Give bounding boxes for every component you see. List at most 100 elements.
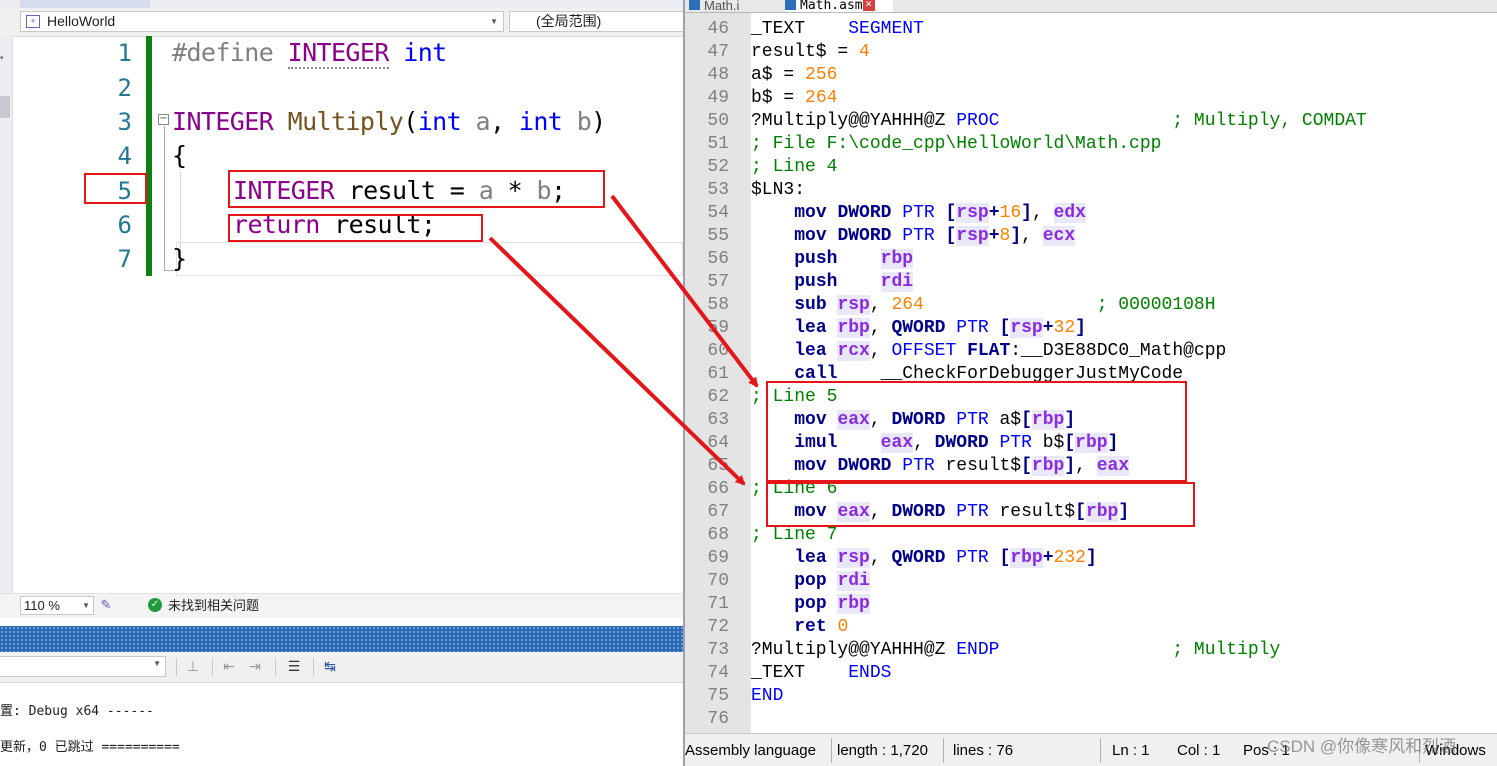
code-line[interactable]: 4 {: [12, 139, 683, 173]
asm-line: 74 _TEXT ENDS: [685, 662, 1485, 685]
line-number: 51: [707, 134, 729, 154]
visual-studio-window: + HelloWorld ▼ (全局范围) ▾ − 1 #define INTE…: [0, 0, 683, 766]
code-cleanup-icon[interactable]: ✎: [98, 597, 114, 613]
toolbar-separator: [275, 658, 276, 676]
line-number: 58: [707, 295, 729, 315]
output-panel: 置: Debug x64 ------ 更新，0 已跳过 ==========: [0, 683, 683, 766]
line-number: 72: [707, 617, 729, 637]
asm-text: pop rbp: [794, 594, 870, 614]
asm-line: 54 mov DWORD PTR [rsp+16], edx: [685, 202, 1485, 225]
watermark-text: CSDN @你像寒风和烈酒: [1267, 737, 1457, 756]
line-number: 3: [117, 108, 132, 136]
go-next-icon[interactable]: ⇥: [245, 657, 265, 677]
line-number: 76: [707, 709, 729, 729]
tool-strip-tab[interactable]: [0, 96, 10, 118]
status-separator: [1100, 738, 1101, 763]
editor-status-bar: 110 % ▼ ✎ ✓ 未找到相关问题: [0, 593, 683, 618]
status-ln: Ln : 1: [1112, 742, 1150, 759]
zoom-combo[interactable]: 110 % ▼: [20, 596, 94, 615]
line-number: 62: [707, 387, 729, 407]
code-line[interactable]: 3 INTEGER Multiply(int a, int b): [12, 105, 683, 139]
asm-text: _TEXT ENDS: [751, 663, 892, 683]
close-icon[interactable]: ✕: [862, 0, 875, 11]
asm-text: ?Multiply@@YAHHH@Z PROC ; Multiply, COMD…: [751, 111, 1367, 131]
asm-text: push rdi: [794, 272, 914, 292]
asm-text: ret 0: [794, 617, 849, 637]
asm-text: sub rsp, 264 ; 00000108H: [794, 295, 1216, 315]
asm-line: 57 push rdi: [685, 271, 1485, 294]
file-tab-label: Math.i: [704, 0, 740, 12]
line-number: 47: [707, 42, 729, 62]
line-number: 6: [117, 211, 132, 239]
asm-line: 59 lea rbp, QWORD PTR [rsp+32]: [685, 317, 1485, 340]
scope-combo[interactable]: (全局范围): [509, 11, 683, 32]
line-number: 7: [117, 245, 132, 273]
line-number: 46: [707, 19, 729, 39]
line-number: 63: [707, 410, 729, 430]
asm-text: END: [751, 686, 784, 706]
asm-text: pop rdi: [794, 571, 870, 591]
asm-line: 47 result$ = 4: [685, 41, 1485, 64]
code-text: #define INTEGER int: [172, 38, 447, 69]
asm-text: mov DWORD PTR [rsp+8], ecx: [794, 226, 1076, 246]
line-number: 68: [707, 525, 729, 545]
status-lines: lines : 76: [953, 742, 1014, 759]
chevron-down-icon: ▼: [82, 601, 90, 610]
line-number: 55: [707, 226, 729, 246]
line-number: 49: [707, 88, 729, 108]
line-number: 69: [707, 548, 729, 568]
project-combo[interactable]: + HelloWorld ▼: [20, 11, 504, 32]
check-circle-icon: ✓: [148, 598, 162, 612]
asm-text: ?Multiply@@YAHHH@Z ENDP ; Multiply: [751, 640, 1281, 660]
code-line[interactable]: 7 }: [12, 242, 683, 276]
asm-line: 68 ; Line 7: [685, 524, 1485, 547]
status-separator: [831, 738, 832, 763]
file-tab-label: Math.asm: [800, 0, 863, 12]
line-number: 59: [707, 318, 729, 338]
line-number: 60: [707, 341, 729, 361]
asm-line: 75 END: [685, 685, 1485, 708]
project-combo-value: HelloWorld: [47, 13, 116, 29]
status-separator: [943, 738, 944, 763]
asm-line: 58 sub rsp, 264 ; 00000108H: [685, 294, 1485, 317]
word-wrap-icon[interactable]: ↹: [320, 657, 340, 677]
issues-status[interactable]: 未找到相关问题: [168, 596, 259, 616]
asm-line: 76: [685, 708, 1485, 731]
asm-line: 73 ?Multiply@@YAHHH@Z ENDP ; Multiply: [685, 639, 1485, 662]
toolbar-separator: [212, 658, 213, 676]
go-previous-icon[interactable]: ⇤: [219, 657, 239, 677]
chevron-down-icon[interactable]: ▾: [0, 54, 9, 64]
toolbar-separator: [313, 658, 314, 676]
status-col: Col : 1: [1177, 742, 1221, 759]
asm-line: 72 ret 0: [685, 616, 1485, 639]
line-number: 71: [707, 594, 729, 614]
line-number: 61: [707, 364, 729, 384]
clear-all-icon[interactable]: ☰: [284, 657, 304, 677]
code-line[interactable]: 1 #define INTEGER int: [12, 36, 683, 70]
file-tab[interactable]: Math.i: [689, 0, 781, 12]
asm-text: lea rcx, OFFSET FLAT:__D3E88DC0_Math@cpp: [794, 341, 1227, 361]
output-source-combo[interactable]: ▼: [0, 656, 166, 677]
asm-text: lea rbp, QWORD PTR [rsp+32]: [794, 318, 1086, 338]
editor-tab-active[interactable]: [20, 0, 150, 8]
line-number: 56: [707, 249, 729, 269]
asm-line: 52 ; Line 4: [685, 156, 1485, 179]
code-text: INTEGER Multiply(int a, int b): [172, 107, 606, 136]
output-line: 置: Debug x64 ------: [0, 704, 154, 719]
navigation-bar: + HelloWorld ▼ (全局范围): [0, 8, 683, 37]
status-length: length : 1,720: [837, 742, 928, 759]
code-line[interactable]: 2: [12, 71, 683, 105]
line-number: 75: [707, 686, 729, 706]
find-message-icon[interactable]: ⊥: [183, 657, 203, 677]
line-number: 53: [707, 180, 729, 200]
file-tab-active[interactable]: Math.asm ✕: [785, 0, 893, 12]
asm-text: _TEXT SEGMENT: [751, 19, 924, 39]
output-panel-title-bar[interactable]: [0, 626, 683, 652]
line-number: 52: [707, 157, 729, 177]
asm-line: 55 mov DWORD PTR [rsp+8], ecx: [685, 225, 1485, 248]
asm-text: a$ = 256: [751, 65, 838, 85]
asm-text: mov DWORD PTR [rsp+16], edx: [794, 203, 1086, 223]
line-number: 73: [707, 640, 729, 660]
asm-text: lea rsp, QWORD PTR [rbp+232]: [794, 548, 1097, 568]
chevron-down-icon: ▼: [490, 17, 498, 26]
